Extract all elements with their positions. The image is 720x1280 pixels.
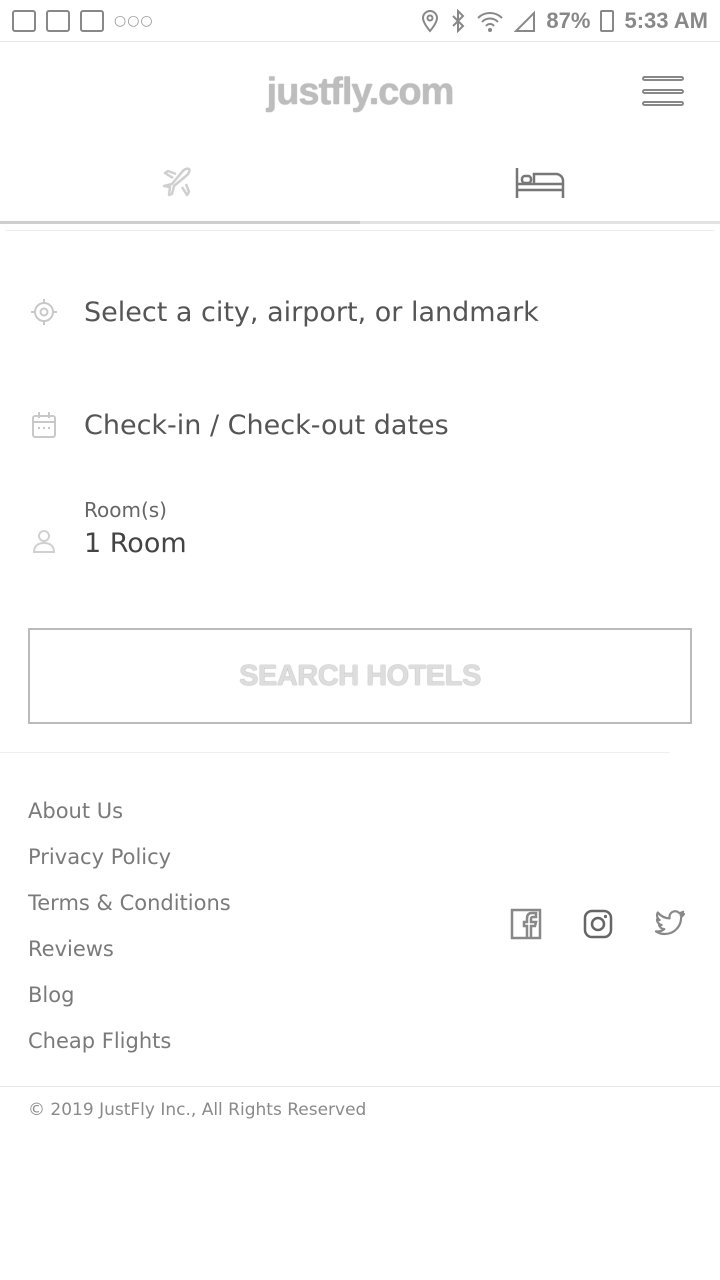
rooms-text: Room(s) 1 Room	[84, 498, 187, 559]
clock: 5:33 AM	[624, 7, 708, 33]
more-notifications-icon: ○○○	[114, 12, 154, 29]
footer-link-item: Blog	[28, 972, 428, 1018]
hotel-search-form: Select a city, airport, or landmark Chec…	[6, 230, 714, 735]
social-links	[508, 904, 688, 944]
copyright-text: © 2019 JustFly Inc., All Rights Reserved	[28, 1100, 367, 1120]
header: justfly.com	[0, 42, 720, 142]
section-divider	[0, 752, 670, 753]
footer-link-item: Reviews	[28, 926, 428, 972]
battery-icon	[600, 9, 615, 32]
privacy-policy-link[interactable]: Privacy Policy	[28, 845, 171, 869]
location-field[interactable]: Select a city, airport, or landmark	[28, 291, 688, 333]
location-icon	[422, 9, 439, 33]
search-type-tabs	[0, 142, 720, 224]
status-left: ○○○	[12, 9, 154, 32]
footer-links: About Us Privacy Policy Terms & Conditio…	[28, 788, 428, 1064]
bluetooth-icon	[452, 8, 465, 33]
footer-link-item: Cheap Flights	[28, 1018, 428, 1064]
status-right: 87% 5:33 AM	[420, 8, 708, 34]
dates-placeholder: Check-in / Check-out dates	[84, 409, 449, 441]
person-icon	[28, 525, 60, 557]
justfly-logo[interactable]: justfly.com	[267, 71, 455, 114]
twitter-icon[interactable]	[652, 906, 688, 942]
tab-flights[interactable]	[0, 142, 360, 224]
calendar-icon	[28, 409, 60, 441]
mail-notification-icon	[80, 9, 104, 32]
photo-notification-icon	[12, 9, 36, 32]
check-notification-icon	[46, 9, 70, 32]
signal-icon	[514, 10, 536, 32]
hamburger-menu-icon[interactable]	[642, 76, 684, 106]
tab-hotels[interactable]	[360, 142, 720, 224]
reviews-link[interactable]: Reviews	[28, 937, 114, 961]
wifi-icon	[477, 11, 504, 32]
footer-link-item: About Us	[28, 788, 428, 834]
about-us-link[interactable]: About Us	[28, 799, 123, 823]
status-bar: ○○○ 87% 5:33 AM	[0, 0, 720, 42]
footer-link-item: Terms & Conditions	[28, 880, 428, 926]
terms-conditions-link[interactable]: Terms & Conditions	[28, 891, 231, 915]
blog-link[interactable]: Blog	[28, 983, 74, 1007]
airplane-icon	[162, 166, 191, 196]
dates-field[interactable]: Check-in / Check-out dates	[28, 404, 688, 446]
target-location-icon	[28, 296, 60, 328]
rooms-field[interactable]: Room(s) 1 Room	[28, 493, 688, 563]
location-placeholder: Select a city, airport, or landmark	[84, 296, 539, 328]
search-hotels-button[interactable]: SEARCH HOTELS	[28, 628, 692, 724]
instagram-icon[interactable]	[580, 906, 616, 942]
facebook-icon[interactable]	[508, 906, 544, 942]
battery-percent: 87%	[546, 7, 591, 33]
bed-icon	[515, 167, 565, 198]
cheap-flights-link[interactable]: Cheap Flights	[28, 1029, 171, 1053]
rooms-label: Room(s)	[84, 497, 167, 522]
rooms-value: 1 Room	[84, 527, 187, 559]
footer-link-item: Privacy Policy	[28, 834, 428, 880]
footer-divider	[0, 1086, 720, 1087]
